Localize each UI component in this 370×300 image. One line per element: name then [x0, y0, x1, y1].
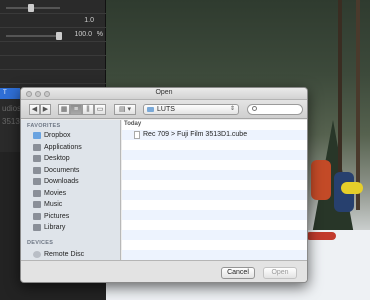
- sidebar-item-label: Library: [44, 224, 66, 231]
- sidebar-item-label: Remote Disc: [44, 251, 85, 258]
- dialog-toolbar: ◀ ▶ ▦ ≡ ⫼ ▭ ▤ ▾ LUTS ⇕: [21, 100, 307, 119]
- dialog-button-bar: Cancel Open: [21, 260, 307, 282]
- icon-view-icon: ▦: [60, 106, 68, 113]
- sidebar-item-label: Dropbox: [44, 132, 71, 139]
- sidebar-item-label: Documents: [44, 166, 80, 174]
- file-list: Today Rec 709 > Fuji Film 3513D1.cube: [122, 120, 307, 260]
- sidebar-item-label: Applications: [44, 143, 82, 151]
- pictures-icon: [33, 212, 41, 220]
- sidebar: FAVORITES Dropbox Applications Desktop Docu…: [21, 120, 121, 260]
- tree-trunk: [356, 0, 360, 210]
- bg-value-2[interactable]: 100.0: [74, 31, 92, 38]
- back-button[interactable]: ◀: [29, 104, 40, 115]
- child-red-jacket: [311, 160, 331, 200]
- bg-slider-1[interactable]: [6, 4, 60, 12]
- sidebar-item-dropbox[interactable]: Dropbox: [21, 130, 120, 141]
- coverflow-view-icon: ▭: [96, 106, 104, 113]
- bg-slider-knob-2[interactable]: [56, 32, 62, 40]
- forward-button[interactable]: ▶: [40, 104, 51, 115]
- file-row[interactable]: Rec 709 > Fuji Film 3513D1.cube: [122, 130, 307, 140]
- bg-unit-2: %: [96, 31, 103, 38]
- path-popup[interactable]: LUTS ⇕: [143, 104, 239, 115]
- sidebar-item-desktop[interactable]: Desktop: [21, 153, 120, 164]
- path-label: LUTS: [157, 106, 175, 113]
- applications-icon: [33, 143, 41, 151]
- bg-slider-knob-1[interactable]: [27, 4, 34, 12]
- file-name: Rec 709 > Fuji Film 3513D1.cube: [143, 131, 248, 138]
- section-header-today: Today: [124, 121, 142, 127]
- bg-row-6: [0, 70, 106, 84]
- sidebar-item-pictures[interactable]: Pictures: [21, 211, 120, 222]
- dialog-titlebar[interactable]: Open: [21, 88, 307, 100]
- sidebar-item-downloads[interactable]: Downloads: [21, 176, 120, 187]
- bg-slider-2[interactable]: [6, 32, 62, 40]
- coverflow-view-button[interactable]: ▭: [94, 104, 106, 115]
- arrange-menu-button[interactable]: ▤ ▾: [114, 104, 136, 115]
- screen: 1.0 100.0 % T udios... 3513D1. Open ◀ ▶ …: [0, 0, 370, 300]
- bg-row-5: [0, 56, 106, 70]
- documents-icon: [33, 166, 41, 174]
- sidebar-item-applications[interactable]: Applications: [21, 142, 120, 153]
- favorites-header: FAVORITES: [27, 123, 61, 129]
- tree-trunk: [338, 0, 342, 200]
- forward-arrow-icon: ▶: [42, 106, 49, 113]
- bg-row-1: [0, 0, 106, 14]
- bg-row-2: 1.0: [0, 14, 106, 28]
- remote-disc-icon: [33, 251, 41, 258]
- library-icon: [33, 224, 41, 231]
- sidebar-item-movies[interactable]: Movies: [21, 188, 120, 199]
- cancel-button[interactable]: Cancel: [221, 267, 255, 279]
- sled: [306, 232, 336, 240]
- desktop-icon: [33, 155, 41, 162]
- sidebar-item-library[interactable]: Library: [21, 222, 120, 233]
- open-button[interactable]: Open: [263, 267, 297, 279]
- bg-row-4: [0, 42, 106, 56]
- sidebar-item-label: Downloads: [44, 178, 79, 185]
- arrange-icon: ▤ ▾: [118, 106, 132, 113]
- bg-row-3: 100.0 %: [0, 28, 106, 42]
- list-view-button[interactable]: ≡: [70, 104, 82, 115]
- list-view-icon: ≡: [73, 106, 79, 113]
- column-view-icon: ⫼: [86, 106, 90, 113]
- sidebar-item-label: Music: [44, 201, 63, 208]
- file-icon: [134, 131, 140, 139]
- music-icon: [33, 201, 41, 208]
- sidebar-item-label: Desktop: [44, 155, 70, 162]
- back-arrow-icon: ◀: [31, 106, 38, 113]
- downloads-icon: [33, 178, 41, 185]
- open-dialog: Open ◀ ▶ ▦ ≡ ⫼ ▭ ▤ ▾ LUTS ⇕ FAVORITES Dr…: [20, 87, 308, 283]
- devices-header: DEVICES: [27, 240, 54, 246]
- column-view-button[interactable]: ⫼: [82, 104, 94, 115]
- bg-selected-tab[interactable]: T: [0, 88, 20, 99]
- movies-icon: [33, 189, 41, 197]
- updown-arrows-icon: ⇕: [229, 106, 235, 112]
- dropbox-icon: [33, 132, 41, 139]
- search-icon: [252, 106, 257, 111]
- sidebar-item-remote-disc[interactable]: Remote Disc: [21, 249, 120, 260]
- sidebar-item-music[interactable]: Music: [21, 199, 120, 210]
- sidebar-item-documents[interactable]: Documents: [21, 165, 120, 176]
- search-field[interactable]: [247, 104, 303, 115]
- dialog-title: Open: [155, 89, 173, 96]
- folder-icon: [147, 107, 154, 112]
- icon-view-button[interactable]: ▦: [58, 104, 70, 115]
- bg-value-1[interactable]: 1.0: [84, 17, 94, 24]
- sidebar-item-label: Movies: [44, 189, 67, 197]
- child-yellow-scarf: [341, 182, 363, 194]
- sidebar-item-label: Pictures: [44, 212, 70, 220]
